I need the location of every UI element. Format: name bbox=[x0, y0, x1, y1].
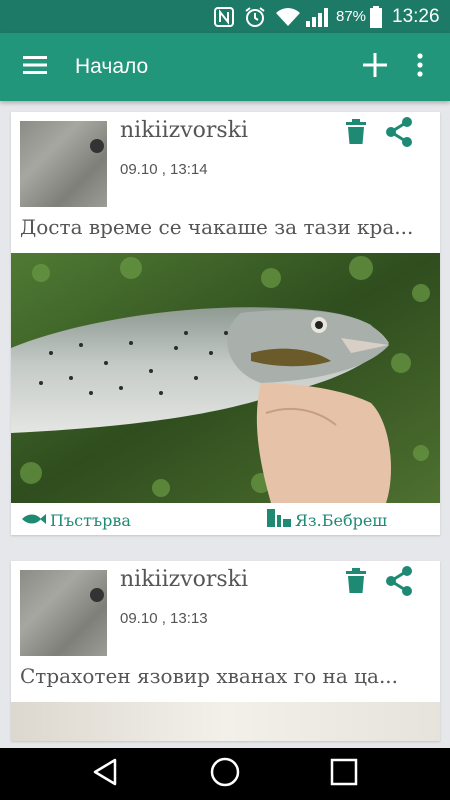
clock: 13:26 bbox=[392, 5, 440, 27]
delete-button[interactable] bbox=[336, 112, 376, 156]
alarm-icon bbox=[243, 0, 267, 33]
species-label: Пъстърва bbox=[50, 510, 131, 530]
navigation-bar bbox=[0, 748, 450, 800]
status-bar: 87% 13:26 bbox=[0, 0, 450, 33]
post-timestamp: 09.10 , 13:14 bbox=[120, 161, 208, 178]
more-vert-icon bbox=[416, 52, 424, 82]
share-icon bbox=[383, 116, 415, 153]
menu-icon bbox=[22, 55, 48, 80]
add-button[interactable] bbox=[355, 33, 395, 101]
post-photo[interactable] bbox=[11, 253, 440, 503]
avatar[interactable] bbox=[20, 570, 107, 656]
share-button[interactable] bbox=[379, 112, 419, 156]
signal-icon bbox=[305, 0, 331, 33]
post-card[interactable]: nikiizvorski 09.10 , 13:14 Доста време с… bbox=[11, 112, 440, 535]
dam-icon bbox=[267, 509, 291, 531]
post-photo[interactable] bbox=[11, 702, 440, 741]
nfc-icon bbox=[213, 0, 235, 33]
avatar[interactable] bbox=[20, 121, 107, 207]
page-title: Начало bbox=[75, 55, 149, 78]
menu-button[interactable] bbox=[10, 33, 60, 101]
back-button[interactable] bbox=[76, 748, 136, 800]
delete-icon bbox=[346, 118, 366, 150]
post-card[interactable]: nikiizvorski 09.10 , 13:13 Страхотен язо… bbox=[11, 561, 440, 741]
wifi-icon bbox=[275, 0, 301, 33]
recents-icon bbox=[329, 757, 359, 792]
location-tag[interactable]: Яз.Бебреш bbox=[267, 505, 387, 535]
species-tag[interactable]: Пъстърва bbox=[20, 505, 131, 535]
app-bar: Начало bbox=[0, 33, 450, 101]
post-username[interactable]: nikiizvorski bbox=[120, 567, 248, 592]
back-icon bbox=[91, 757, 121, 792]
post-text[interactable]: Доста време се чакаше за тази кра... bbox=[20, 212, 432, 242]
battery-icon bbox=[369, 0, 383, 33]
home-icon bbox=[209, 756, 241, 793]
share-icon bbox=[383, 565, 415, 602]
delete-icon bbox=[346, 567, 366, 599]
fish-icon bbox=[20, 511, 46, 530]
share-button[interactable] bbox=[379, 561, 419, 605]
delete-button[interactable] bbox=[336, 561, 376, 605]
add-icon bbox=[362, 52, 388, 83]
post-timestamp: 09.10 , 13:13 bbox=[120, 610, 208, 627]
recents-button[interactable] bbox=[314, 748, 374, 800]
overflow-menu-button[interactable] bbox=[405, 33, 435, 101]
home-button[interactable] bbox=[195, 748, 255, 800]
post-username[interactable]: nikiizvorski bbox=[120, 118, 248, 143]
location-label: Яз.Бебреш bbox=[295, 510, 388, 530]
post-text[interactable]: Страхотен язовир хванах го на ца... bbox=[20, 661, 432, 691]
battery-level: 87% bbox=[336, 8, 367, 25]
